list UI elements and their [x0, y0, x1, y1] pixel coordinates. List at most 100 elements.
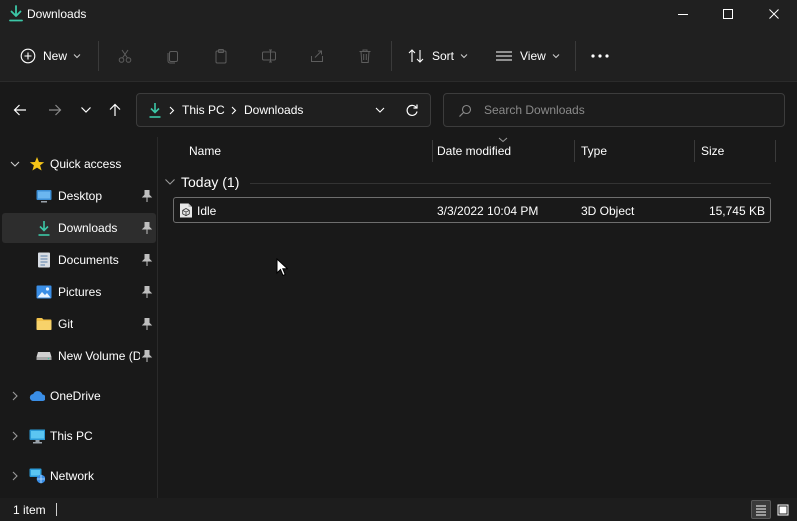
sidebar-item-desktop[interactable]: Desktop	[2, 181, 156, 211]
chevron-right-icon	[231, 106, 237, 115]
search-input[interactable]	[484, 102, 774, 118]
sidebar-item-pictures[interactable]: Pictures	[2, 277, 156, 307]
downloads-folder-icon	[9, 5, 23, 22]
column-size-label: Size	[701, 144, 725, 158]
arrow-left-icon	[13, 104, 26, 116]
large-icons-view-button[interactable]	[774, 500, 792, 519]
mouse-cursor-icon	[276, 258, 288, 277]
pin-icon[interactable]	[141, 349, 153, 363]
column-header-name[interactable]: Name	[189, 137, 221, 165]
rename-button[interactable]	[259, 46, 279, 66]
plus-circle-icon	[20, 48, 36, 64]
sidebar-item-label: Documents	[58, 253, 119, 267]
sidebar-item-label: This PC	[50, 429, 93, 443]
details-view-icon	[756, 505, 766, 515]
recent-locations-button[interactable]	[75, 99, 97, 121]
file-size: 15,745 KB	[708, 204, 765, 218]
view-label: View	[520, 49, 546, 63]
pin-icon[interactable]	[141, 317, 153, 331]
command-bar: New Sort View	[0, 30, 797, 82]
sidebar-item-label: Git	[58, 317, 74, 331]
chevron-right-icon[interactable]	[10, 469, 20, 483]
sidebar-item-documents[interactable]: Documents	[2, 245, 156, 275]
copy-icon	[167, 51, 178, 64]
column-divider[interactable]	[775, 140, 776, 162]
column-header-size[interactable]: Size	[701, 137, 724, 165]
sidebar-item-quick-access[interactable]: Quick access	[2, 149, 156, 179]
breadcrumb-downloads[interactable]: Downloads	[244, 103, 303, 117]
chevron-down-icon	[73, 54, 81, 59]
share-button[interactable]	[307, 46, 327, 66]
paste-button[interactable]	[211, 46, 231, 66]
group-divider	[250, 183, 771, 184]
paste-icon	[215, 49, 227, 64]
column-header-date[interactable]: Date modified	[437, 137, 511, 165]
sidebar-item-label: Downloads	[58, 221, 118, 235]
chevron-right-icon[interactable]	[10, 429, 20, 443]
sidebar-item-this-pc[interactable]: This PC	[2, 421, 156, 451]
sort-button[interactable]: Sort	[407, 30, 468, 82]
refresh-icon[interactable]	[405, 103, 419, 117]
sort-icon	[408, 49, 424, 63]
network-icon	[29, 468, 45, 484]
column-divider[interactable]	[574, 140, 575, 162]
back-button[interactable]	[9, 99, 31, 121]
tiles-view-icon	[777, 504, 789, 515]
sidebar-item-git[interactable]: Git	[2, 309, 156, 339]
see-more-button[interactable]	[591, 30, 609, 82]
search-box[interactable]	[443, 93, 785, 127]
new-button[interactable]: New	[20, 30, 81, 82]
minimize-icon	[678, 14, 688, 15]
pictures-icon	[36, 284, 52, 300]
folder-icon	[36, 316, 52, 332]
sidebar-item-downloads[interactable]: Downloads	[2, 213, 156, 243]
navigation-pane: Quick access Desktop Downloads Documents…	[0, 137, 157, 498]
column-header-type[interactable]: Type	[581, 137, 607, 165]
more-dots-icon	[591, 54, 609, 58]
maximize-icon	[723, 9, 733, 19]
copy-button[interactable]	[163, 46, 183, 66]
sort-label: Sort	[432, 49, 455, 63]
column-divider[interactable]	[432, 140, 433, 162]
close-button[interactable]	[751, 0, 797, 28]
column-date-label: Date modified	[437, 144, 512, 158]
chevron-right-icon[interactable]	[10, 389, 20, 403]
sidebar-item-label: Desktop	[58, 189, 103, 203]
pin-icon[interactable]	[141, 253, 153, 267]
pin-icon[interactable]	[141, 189, 153, 203]
file-date-modified: 3/3/2022 10:04 PM	[437, 204, 539, 218]
up-button[interactable]	[104, 99, 126, 121]
download-arrow-icon	[149, 103, 161, 118]
forward-button[interactable]	[44, 99, 66, 121]
chevron-down-icon[interactable]	[375, 107, 385, 114]
column-divider[interactable]	[694, 140, 695, 162]
arrow-right-icon	[49, 104, 62, 116]
delete-button[interactable]	[355, 46, 375, 66]
rename-icon	[262, 49, 276, 63]
minimize-button[interactable]	[660, 0, 706, 28]
pin-icon[interactable]	[141, 221, 153, 235]
arrow-up-icon	[109, 103, 121, 116]
cut-button[interactable]	[115, 46, 135, 66]
table-row[interactable]: Idle 3/3/2022 10:04 PM 3D Object 15,745 …	[173, 197, 771, 223]
address-bar[interactable]: This PC Downloads	[136, 93, 431, 127]
chevron-down-icon[interactable]	[10, 157, 20, 171]
sidebar-item-new-volume[interactable]: New Volume (D	[2, 341, 156, 371]
sidebar-item-onedrive[interactable]: OneDrive	[2, 381, 156, 411]
cloud-icon	[29, 388, 45, 404]
column-name-label: Name	[189, 144, 222, 158]
breadcrumb-this-pc[interactable]: This PC	[182, 103, 225, 117]
trash-icon	[359, 49, 371, 63]
new-label: New	[43, 49, 68, 63]
sidebar-item-network[interactable]: Network	[2, 461, 156, 491]
pin-icon[interactable]	[141, 285, 153, 299]
computer-icon	[29, 428, 45, 444]
details-view-button[interactable]	[751, 500, 771, 519]
desktop-icon	[36, 188, 52, 204]
view-button[interactable]: View	[495, 30, 560, 82]
group-header[interactable]: Today (1)	[164, 173, 239, 191]
maximize-button[interactable]	[705, 0, 751, 28]
view-list-icon	[496, 51, 512, 61]
status-bar: 1 item	[0, 498, 797, 521]
document-icon	[36, 252, 52, 268]
